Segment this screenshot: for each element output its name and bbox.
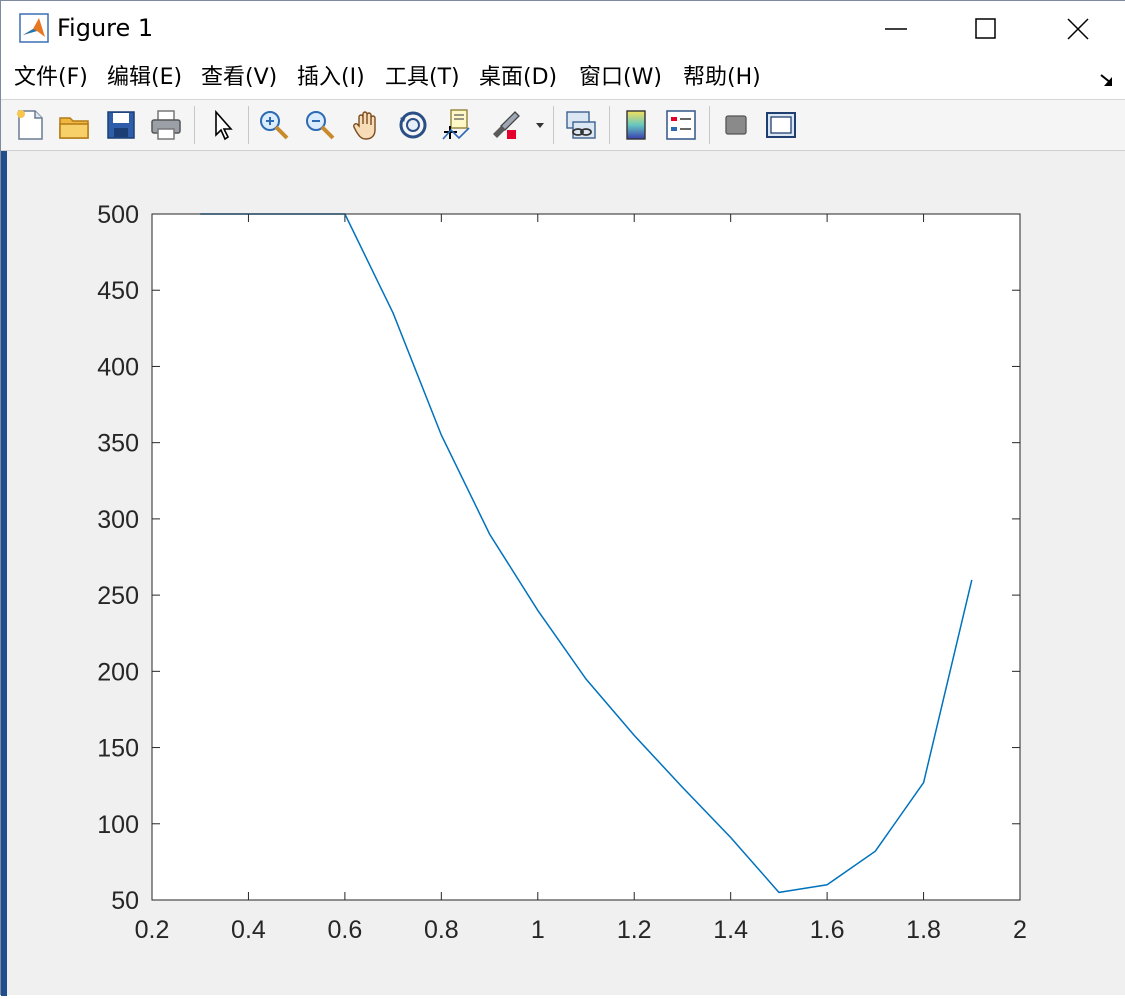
open-file-icon[interactable] — [57, 108, 91, 142]
dock-arrow-icon[interactable] — [1098, 71, 1116, 89]
zoom-in-icon[interactable] — [257, 108, 291, 142]
maximize-button[interactable] — [941, 1, 1031, 57]
menu-file[interactable]: 文件(F) — [14, 65, 88, 91]
hide-plot-tools-icon[interactable] — [719, 108, 753, 142]
x-tick-label: 2 — [1013, 916, 1027, 944]
toolbar-separator — [194, 106, 195, 144]
y-tick-label: 50 — [111, 887, 139, 915]
toolbar — [1, 100, 1125, 151]
x-tick-label: 1.4 — [713, 916, 748, 944]
y-tick-label: 400 — [97, 353, 139, 381]
menu-help[interactable]: 帮助(H) — [683, 65, 761, 91]
brush-icon[interactable] — [489, 108, 523, 142]
menu-desktop[interactable]: 桌面(D) — [479, 65, 557, 91]
print-icon[interactable] — [149, 108, 183, 142]
brush-dropdown-icon[interactable] — [531, 108, 549, 142]
window-title: Figure 1 — [57, 13, 153, 43]
menu-bar: 文件(F) 编辑(E) 查看(V) 插入(I) 工具(T) 桌面(D) 窗口(W… — [1, 57, 1125, 100]
y-tick-label: 450 — [97, 277, 139, 305]
x-tick-label: 0.4 — [231, 916, 266, 944]
pan-hand-icon[interactable] — [350, 108, 384, 142]
new-figure-icon[interactable] — [13, 108, 47, 142]
legend-icon[interactable] — [664, 108, 698, 142]
x-tick-label: 1 — [531, 916, 545, 944]
x-tick-label: 0.6 — [328, 916, 363, 944]
rotate-3d-icon[interactable] — [396, 108, 430, 142]
colorbar-icon[interactable] — [619, 108, 653, 142]
menu-insert[interactable]: 插入(I) — [297, 65, 365, 91]
y-tick-label: 300 — [97, 506, 139, 534]
save-icon[interactable] — [104, 108, 138, 142]
close-button[interactable] — [1033, 1, 1123, 57]
y-tick-label: 150 — [97, 735, 139, 763]
link-plot-icon[interactable] — [564, 108, 598, 142]
close-icon — [1066, 17, 1090, 41]
pointer-icon[interactable] — [206, 108, 240, 142]
show-plot-tools-icon[interactable] — [764, 108, 798, 142]
toolbar-separator — [709, 106, 710, 144]
x-tick-label: 0.2 — [135, 916, 170, 944]
toolbar-separator — [609, 106, 610, 144]
matlab-logo-icon — [19, 13, 49, 43]
toolbar-separator — [553, 106, 554, 144]
menu-view[interactable]: 查看(V) — [201, 65, 277, 91]
menu-tools[interactable]: 工具(T) — [385, 65, 460, 91]
line-chart[interactable]: 0.20.40.60.811.21.41.61.8250100150200250… — [7, 151, 1125, 995]
data-cursor-icon[interactable] — [441, 108, 475, 142]
menu-window[interactable]: 窗口(W) — [579, 65, 662, 91]
y-tick-label: 500 — [97, 201, 139, 229]
minimize-icon — [884, 17, 908, 41]
y-tick-label: 200 — [97, 658, 139, 686]
figure-canvas[interactable]: 0.20.40.60.811.21.41.61.8250100150200250… — [7, 151, 1125, 995]
title-bar[interactable]: Figure 1 — [1, 1, 1125, 57]
x-tick-label: 1.8 — [906, 916, 941, 944]
y-tick-label: 100 — [97, 811, 139, 839]
menu-edit[interactable]: 编辑(E) — [107, 65, 182, 91]
zoom-out-icon[interactable] — [303, 108, 337, 142]
y-tick-label: 250 — [97, 582, 139, 610]
y-tick-label: 350 — [97, 430, 139, 458]
figure-window: Figure 1 文件(F) 编辑(E) 查看(V) 插入(I) 工具(T) 桌… — [0, 0, 1125, 995]
maximize-icon — [974, 17, 998, 41]
toolbar-separator — [248, 106, 249, 144]
minimize-button[interactable] — [851, 1, 941, 57]
x-tick-label: 1.2 — [617, 916, 652, 944]
axes-background[interactable] — [152, 214, 1020, 900]
x-tick-label: 1.6 — [810, 916, 845, 944]
x-tick-label: 0.8 — [424, 916, 459, 944]
